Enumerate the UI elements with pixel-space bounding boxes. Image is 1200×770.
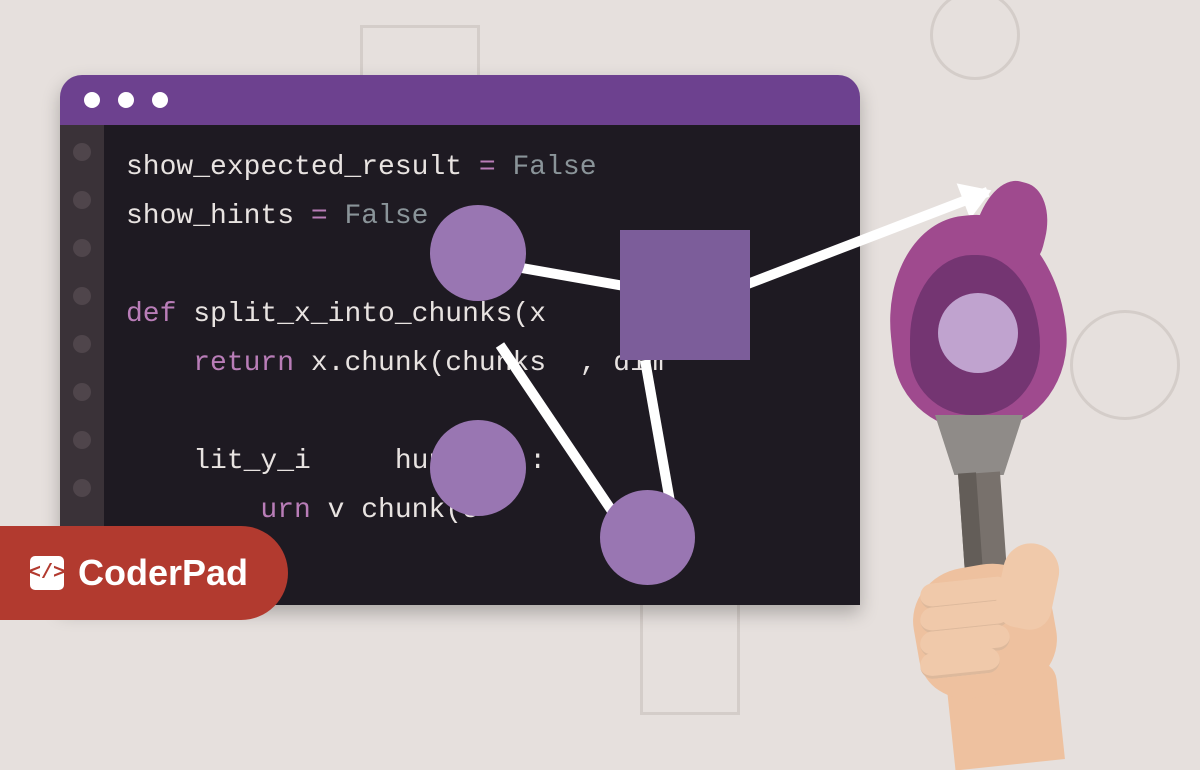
window-dot (84, 92, 100, 108)
gutter-dot (73, 143, 91, 161)
coderpad-badge: </> CoderPad (0, 526, 288, 620)
code-token: lit_y_i (193, 446, 311, 477)
torch-illustration (840, 215, 1120, 695)
code-token: show_hints (126, 201, 294, 232)
badge-text: CoderPad (78, 552, 248, 594)
code-token: False (344, 201, 428, 232)
gutter-dot (73, 479, 91, 497)
window-dot (118, 92, 134, 108)
code-token: = (462, 152, 512, 183)
code-token: def (126, 299, 193, 330)
code-token: urn (193, 495, 327, 526)
code-token: show_expected_result (126, 152, 462, 183)
gutter-dot (73, 287, 91, 305)
code-token: (y): (479, 446, 546, 477)
hand-illustration (880, 545, 1080, 725)
code-token: split_x_into_chunks (193, 299, 512, 330)
code-token: (chunks , dim (428, 348, 663, 379)
gutter-dot (73, 431, 91, 449)
code-token: False (512, 152, 596, 183)
gutter-dot (73, 191, 91, 209)
gutter-dot (73, 383, 91, 401)
code-token: hunks (361, 446, 479, 477)
flame-center-icon (938, 293, 1018, 373)
editor-titlebar (60, 75, 860, 125)
code-token: x.chunk (311, 348, 429, 379)
code-icon: </> (30, 556, 64, 590)
torch-cup (935, 415, 1023, 475)
bg-decor-circle (930, 0, 1020, 80)
code-token: 4) (563, 495, 664, 526)
window-dot (152, 92, 168, 108)
gutter-dot (73, 335, 91, 353)
code-token: (x (512, 299, 546, 330)
code-token: return (193, 348, 311, 379)
code-token: (c (445, 495, 479, 526)
code-token: = (294, 201, 344, 232)
code-token: v chunk (328, 495, 446, 526)
gutter-dot (73, 239, 91, 257)
